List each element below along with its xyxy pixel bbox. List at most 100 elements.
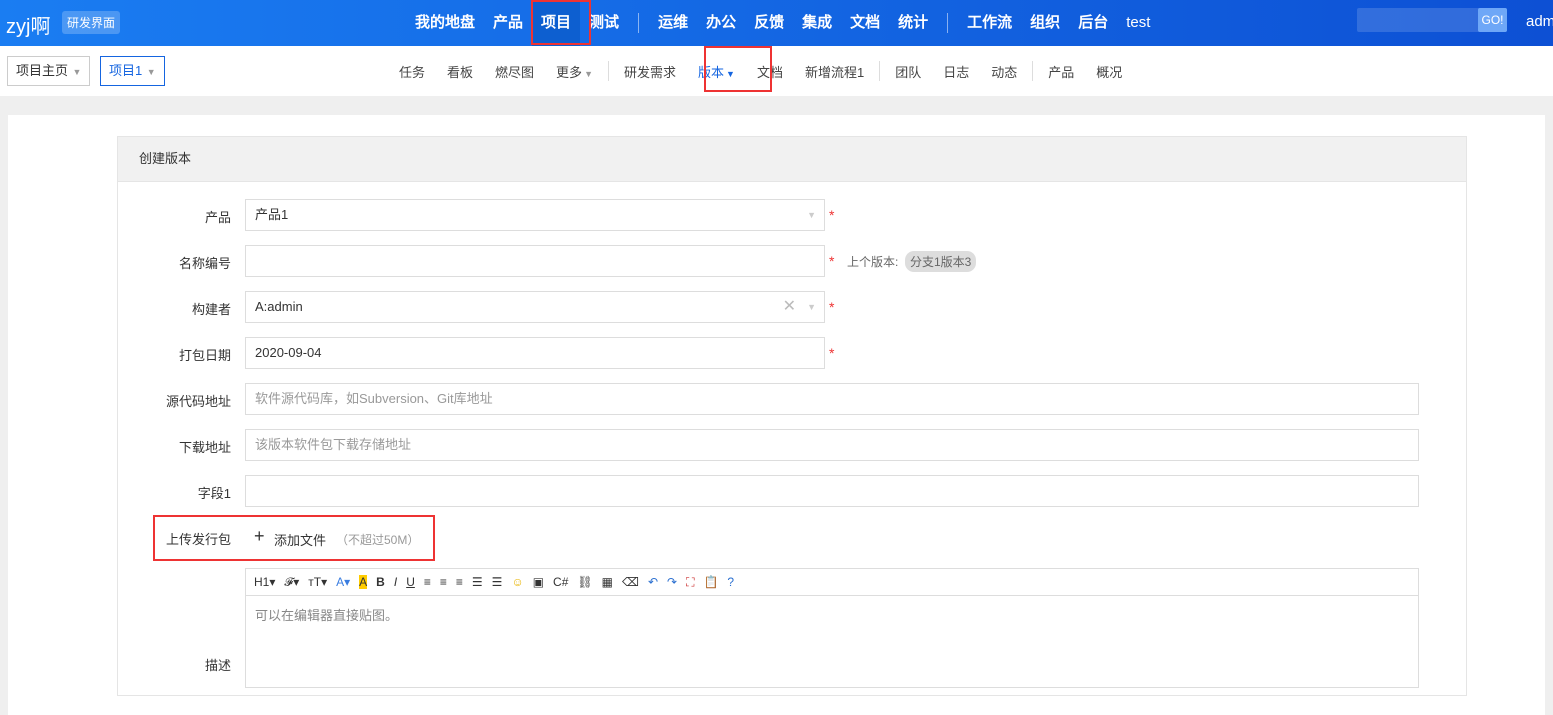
required-mark: * xyxy=(829,299,835,315)
unordered-list-icon[interactable]: ☰ xyxy=(492,575,503,589)
tab-label: 更多 xyxy=(556,64,583,80)
name-input[interactable] xyxy=(245,245,825,277)
required-mark: * xyxy=(829,345,835,361)
app-logo[interactable]: zyj啊 xyxy=(6,10,50,39)
breadcrumb-project[interactable]: 项目1 ▼ xyxy=(100,56,165,86)
nav-my[interactable]: 我的地盘 xyxy=(406,0,484,46)
prev-build-label: 上个版本: xyxy=(847,255,899,269)
eraser-icon[interactable]: ⌫ xyxy=(622,575,639,589)
form-title: 创建版本 xyxy=(118,137,1466,182)
date-label: 打包日期 xyxy=(178,348,231,363)
caret-down-icon: ▼ xyxy=(807,302,816,312)
main-nav: 我的地盘 产品 项目 测试 运维 办公 反馈 集成 文档 统计 工作流 组织 后… xyxy=(406,0,1159,46)
search-input[interactable]: GO! xyxy=(1357,8,1507,32)
download-input[interactable]: 该版本软件包下载存储地址 xyxy=(245,429,1419,461)
caret-down-icon: ▼ xyxy=(144,67,156,77)
nav-workflow[interactable]: 工作流 xyxy=(958,0,1021,46)
prev-build-badge: 分支1版本3 xyxy=(905,251,977,272)
fullscreen-icon[interactable]: ⛶ xyxy=(686,575,694,590)
undo-icon[interactable]: ↶ xyxy=(648,575,658,589)
product-select[interactable]: 产品1 ▼ xyxy=(245,199,825,231)
align-right-icon[interactable]: ≡ xyxy=(456,575,463,589)
date-input[interactable]: 2020-09-04 xyxy=(245,337,825,369)
breadcrumb-project-home[interactable]: 项目主页 ▼ xyxy=(7,56,91,86)
mode-badge[interactable]: 研发界面 xyxy=(62,11,121,34)
caret-down-icon: ▼ xyxy=(70,67,82,77)
bold-icon[interactable]: B xyxy=(376,575,385,589)
nav-ci[interactable]: 集成 xyxy=(793,0,841,46)
heading-icon[interactable]: H1▾ xyxy=(254,575,275,589)
font-color-icon[interactable]: A▾ xyxy=(336,575,350,589)
nav-office[interactable]: 办公 xyxy=(697,0,745,46)
tab-task[interactable]: 任务 xyxy=(388,62,436,81)
font-family-icon[interactable]: 𝓕▾ xyxy=(284,575,299,590)
required-mark: * xyxy=(829,253,835,269)
top-navbar: zyj啊 研发界面 我的地盘 产品 项目 测试 运维 办公 反馈 集成 文档 统… xyxy=(0,0,1553,46)
nav-ops[interactable]: 运维 xyxy=(649,0,697,46)
nav-stats[interactable]: 统计 xyxy=(889,0,937,46)
scm-input[interactable]: 软件源代码库，如Subversion、Git库地址 xyxy=(245,383,1419,415)
italic-icon[interactable]: I xyxy=(394,575,397,589)
emoji-icon[interactable]: ☺ xyxy=(511,575,523,589)
name-label: 名称编号 xyxy=(178,256,231,271)
align-left-icon[interactable]: ≡ xyxy=(424,575,431,589)
divider xyxy=(607,61,609,81)
required-mark: * xyxy=(829,207,835,223)
clear-icon[interactable]: ✕ xyxy=(783,292,796,322)
sub-navbar: 项目主页 ▼ 项目1 ▼ 任务 看板 燃尽图 更多 ▼ 研发需求 版本 ▼ 文档 新… xyxy=(0,46,1553,96)
tab-dynamic[interactable]: 动态 xyxy=(980,62,1028,81)
help-icon[interactable]: ? xyxy=(727,575,734,589)
code-icon[interactable]: C# xyxy=(553,575,568,589)
tab-more[interactable]: 更多 ▼ xyxy=(545,62,604,81)
divider xyxy=(879,61,881,81)
breadcrumb-label: 项目1 xyxy=(109,63,143,78)
link-icon[interactable]: ⛓ xyxy=(577,575,592,589)
tab-product[interactable]: 产品 xyxy=(1037,62,1085,81)
nav-feedback[interactable]: 反馈 xyxy=(745,0,793,46)
builder-label: 构建者 xyxy=(191,302,231,317)
field1-label: 字段1 xyxy=(197,486,231,501)
ordered-list-icon[interactable]: ☰ xyxy=(472,575,483,589)
nav-product[interactable]: 产品 xyxy=(484,0,532,46)
tab-team[interactable]: 团队 xyxy=(884,62,932,81)
user-menu[interactable]: adm xyxy=(1526,13,1553,30)
image-icon[interactable]: ▣ xyxy=(533,575,544,589)
highlight-box xyxy=(153,515,435,561)
field1-input[interactable] xyxy=(245,475,1419,507)
paste-icon[interactable]: 📋 xyxy=(703,575,718,589)
align-center-icon[interactable]: ≡ xyxy=(440,575,447,589)
redo-icon[interactable]: ↷ xyxy=(667,575,677,589)
tab-flow[interactable]: 新增流程1 xyxy=(794,62,875,81)
tab-log[interactable]: 日志 xyxy=(932,62,980,81)
download-label: 下载地址 xyxy=(178,440,231,455)
scm-label: 源代码地址 xyxy=(165,394,231,409)
tab-burndown[interactable]: 燃尽图 xyxy=(484,62,545,81)
table-icon[interactable]: ▦ xyxy=(602,575,613,589)
caret-down-icon: ▼ xyxy=(584,68,593,79)
divider xyxy=(638,13,640,33)
nav-admin[interactable]: 后台 xyxy=(1069,0,1117,46)
search-go-button[interactable]: GO! xyxy=(1478,8,1507,32)
nav-doc[interactable]: 文档 xyxy=(841,0,889,46)
builder-value: A:admin xyxy=(255,299,303,314)
nav-test-item[interactable]: test xyxy=(1117,0,1159,46)
caret-down-icon: ▼ xyxy=(807,210,816,220)
divider xyxy=(947,13,949,33)
nav-org[interactable]: 组织 xyxy=(1021,0,1069,46)
tab-kanban[interactable]: 看板 xyxy=(436,62,484,81)
font-size-icon[interactable]: ᴛT▾ xyxy=(308,575,327,589)
underline-icon[interactable]: U xyxy=(406,575,415,589)
highlight-box xyxy=(531,0,591,45)
editor-toolbar: H1▾ 𝓕▾ ᴛT▾ A▾ A BIU ≡ ≡ ≡ ☰ ☰ ☺ ▣ C# ⛓ ▦ ⌫ ↶ ↷ ⛶ 📋? xyxy=(246,569,1418,596)
tab-story[interactable]: 研发需求 xyxy=(613,62,687,81)
tab-overview[interactable]: 概况 xyxy=(1085,62,1133,81)
breadcrumb-label: 项目主页 xyxy=(16,63,69,78)
description-editor[interactable]: H1▾ 𝓕▾ ᴛT▾ A▾ A BIU ≡ ≡ ≡ ☰ ☰ ☺ ▣ C# ⛓ ▦ ⌫ ↶ ↷ ⛶ 📋? 可以在… xyxy=(245,568,1419,688)
product-label: 产品 xyxy=(204,210,231,225)
desc-label: 描述 xyxy=(204,658,231,673)
highlight-box xyxy=(704,46,772,92)
highlight-icon[interactable]: A xyxy=(359,575,368,589)
product-value: 产品1 xyxy=(255,207,289,222)
builder-select[interactable]: A:admin ✕ ▼ xyxy=(245,291,825,323)
editor-placeholder: 可以在编辑器直接贴图。 xyxy=(255,608,399,623)
